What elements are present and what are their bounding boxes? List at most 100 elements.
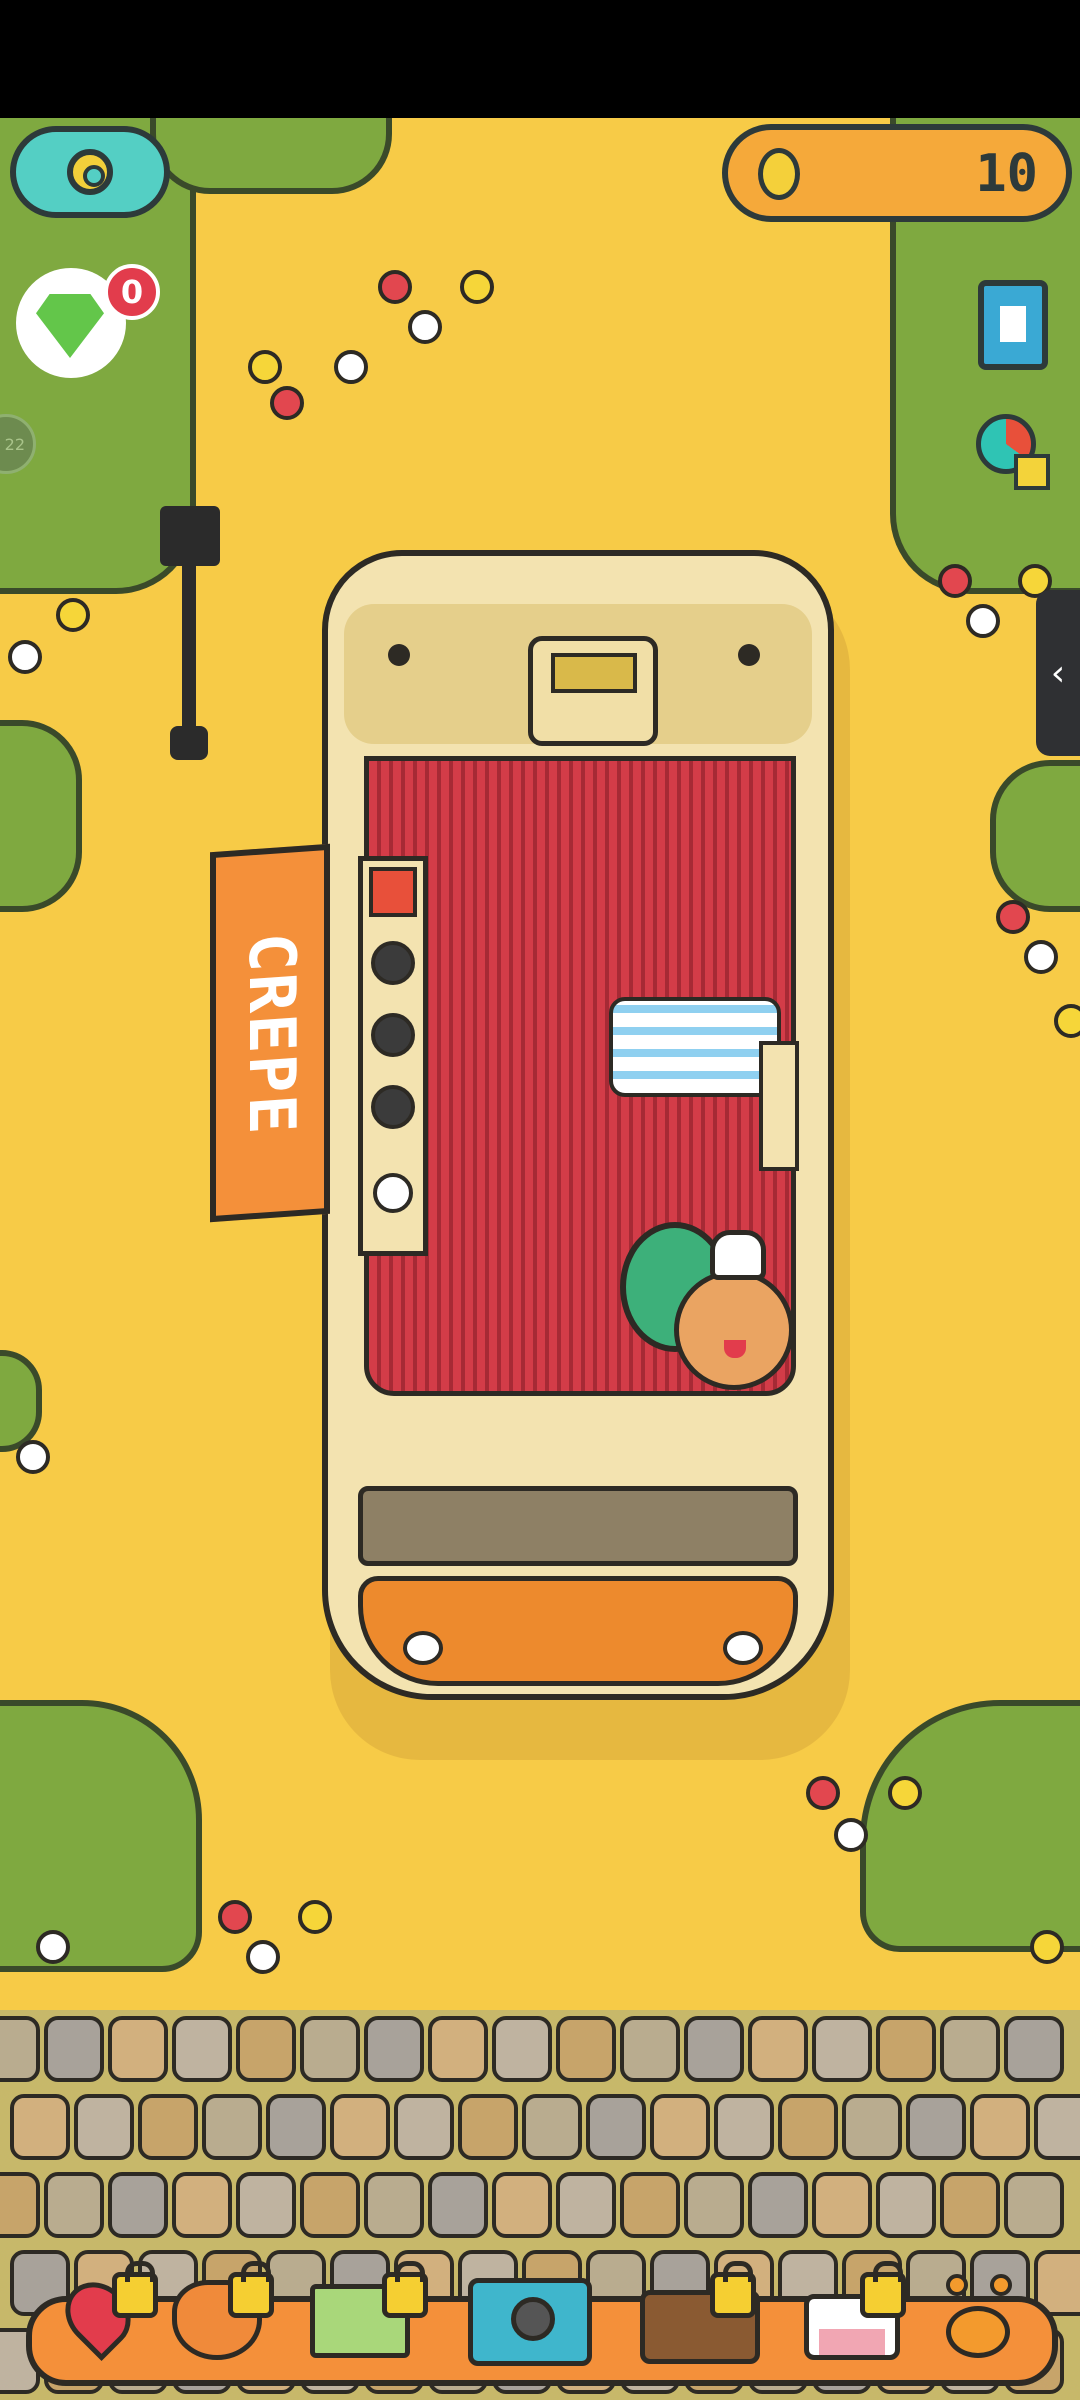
cobblestone [650, 2094, 710, 2160]
flower [56, 598, 90, 632]
cobblestone [586, 2094, 646, 2160]
burner [371, 941, 415, 985]
status-bar [0, 0, 1080, 118]
flower [218, 1900, 252, 1934]
flower [1024, 940, 1058, 974]
flower [966, 604, 1000, 638]
cobblestone [778, 2094, 838, 2160]
headlight [403, 1631, 443, 1665]
cobblestone [0, 2172, 40, 2238]
flower [36, 1930, 70, 1964]
dog-tongue [724, 1340, 746, 1358]
cobblestone [108, 2172, 168, 2238]
cobblestone [300, 2172, 360, 2238]
cobblestone [236, 2172, 296, 2238]
sofa-tool[interactable] [634, 2250, 760, 2370]
cobblestone [172, 2172, 232, 2238]
cobblestone [748, 2172, 808, 2238]
cobblestone [492, 2172, 552, 2238]
camera-tool[interactable] [468, 2250, 592, 2370]
grass-patch-right-mid [990, 760, 1080, 912]
street-lamp-pole [182, 566, 196, 746]
bar-chart-icon [1014, 454, 1050, 490]
flower [270, 386, 304, 420]
cobblestone [876, 2016, 936, 2082]
burner [371, 1013, 415, 1057]
cobblestone [44, 2172, 104, 2238]
paw-icon [946, 2306, 1010, 2358]
cobblestone [492, 2016, 552, 2082]
cobblestone [394, 2094, 454, 2160]
van-windshield [358, 1486, 798, 1566]
lock-icon [112, 2261, 158, 2318]
cobblestone [172, 2016, 232, 2082]
gear-icon [67, 149, 113, 195]
chef-dog[interactable] [664, 1230, 804, 1390]
street-lamp [160, 506, 220, 566]
chef-hat [710, 1230, 766, 1280]
flower [1030, 1930, 1064, 1964]
cobblestone [620, 2172, 680, 2238]
paw-tool[interactable] [924, 2250, 1044, 2370]
map-pin-tool[interactable] [48, 2250, 168, 2370]
lock-icon [710, 2261, 756, 2318]
notification-badge: 0 [104, 264, 160, 320]
flower [246, 1940, 280, 1974]
flower [408, 310, 442, 344]
cobblestone [556, 2016, 616, 2082]
dog-face [674, 1270, 794, 1390]
cobblestone [940, 2016, 1000, 2082]
cobblestone [812, 2172, 872, 2238]
cobblestone [876, 2172, 936, 2238]
cobblestone [330, 2094, 390, 2160]
crepe-stove[interactable] [358, 856, 428, 1256]
flower [298, 1900, 332, 1934]
flower [806, 1776, 840, 1810]
cobblestone [748, 2016, 808, 2082]
cobblestone [620, 2016, 680, 2082]
van-bolt [388, 644, 410, 666]
cobblestone [556, 2172, 616, 2238]
shiba-dog-tool[interactable] [160, 2250, 280, 2370]
street-lamp-base [170, 726, 208, 760]
cobblestone [74, 2094, 134, 2160]
cobblestone [44, 2016, 104, 2082]
recipe-book-icon[interactable] [978, 280, 1048, 370]
cobblestone [684, 2172, 744, 2238]
flower [460, 270, 494, 304]
cobblestone [1034, 2094, 1080, 2160]
cobblestone [202, 2094, 262, 2160]
coin-count: 10 [975, 144, 1038, 204]
side-drawer-toggle[interactable]: ‹ [1036, 590, 1080, 756]
flower [378, 270, 412, 304]
cobblestone [428, 2172, 488, 2238]
cobblestone [812, 2016, 872, 2082]
crepe-sign: CREPE [210, 843, 330, 1223]
flower [938, 564, 972, 598]
cobblestone [0, 2016, 40, 2082]
lock-icon [860, 2261, 906, 2318]
cobblestone [458, 2094, 518, 2160]
flower [834, 1818, 868, 1852]
cobblestone [364, 2016, 424, 2082]
cobblestone [906, 2094, 966, 2160]
lock-icon [382, 2261, 428, 2318]
van-front-bumper [358, 1576, 798, 1686]
plate [373, 1173, 413, 1213]
cobblestone [1004, 2016, 1064, 2082]
settings-button[interactable] [10, 126, 170, 218]
cobblestone [842, 2094, 902, 2160]
stats-button[interactable] [976, 414, 1052, 490]
flower [8, 640, 42, 674]
food-truck[interactable] [322, 550, 834, 1700]
cash-register-tool[interactable] [306, 2250, 428, 2370]
bed-tool[interactable] [800, 2250, 920, 2370]
cobblestone [364, 2172, 424, 2238]
towel [609, 997, 781, 1097]
gem-icon [36, 294, 104, 358]
flower [334, 350, 368, 384]
cobblestone [10, 2094, 70, 2160]
crepe-sign-text: CREPE [234, 930, 308, 1138]
side-door [759, 1041, 799, 1171]
flower [888, 1776, 922, 1810]
